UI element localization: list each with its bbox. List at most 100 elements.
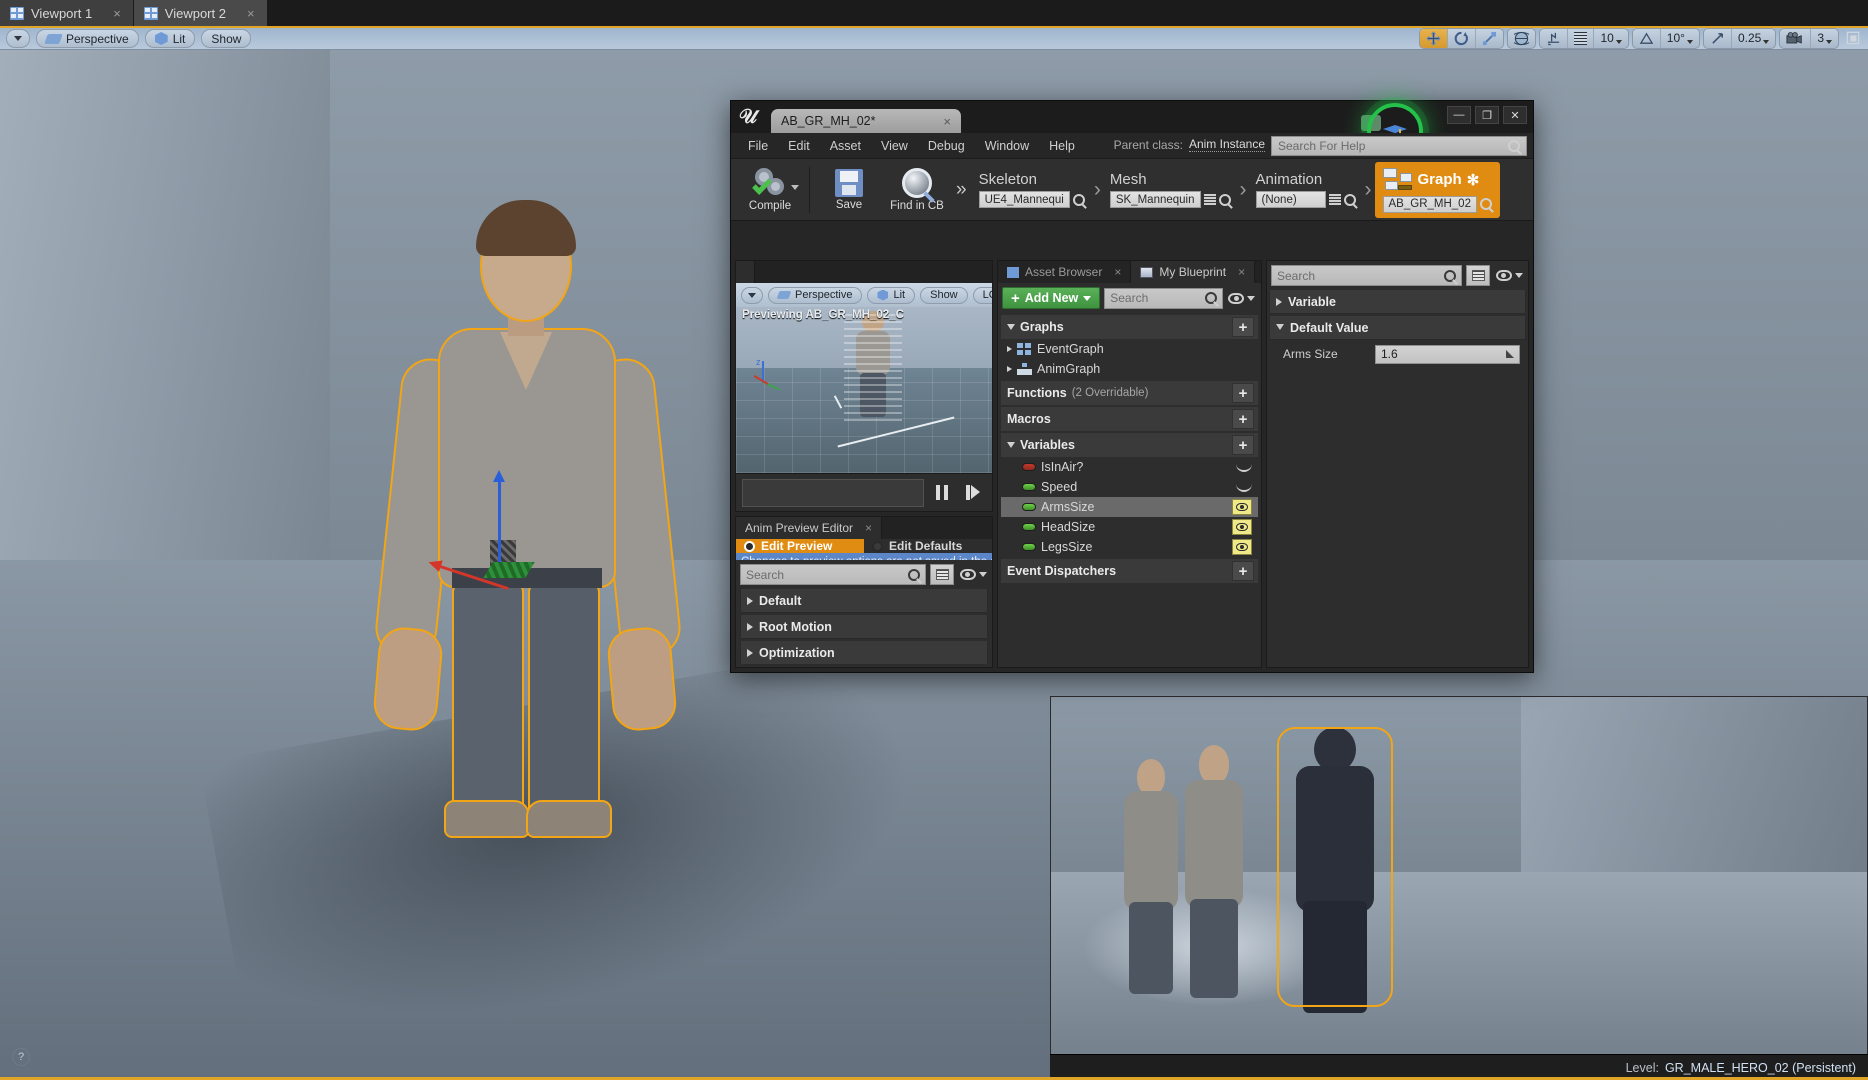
question-mark-icon[interactable]: ? [12,1048,30,1066]
find-in-cb-button[interactable]: Find in CB [884,161,950,219]
preview-options-menu[interactable] [741,286,763,304]
section-event-dispatchers[interactable]: Event Dispatchers + [1001,559,1258,583]
gizmo-y-plane[interactable] [483,562,535,578]
scale-snap-value[interactable]: 0.25 [1732,29,1775,48]
variable-row-isinair[interactable]: IsInAir? [1001,457,1258,477]
chevron-right-icon[interactable] [1007,346,1012,352]
gizmo-z-axis[interactable] [493,470,505,572]
menu-window[interactable]: Window [976,136,1038,156]
maximize-button[interactable]: ❐ [1475,106,1499,124]
preview-perspective-button[interactable]: Perspective [768,286,863,304]
browse-icon[interactable] [1328,194,1341,205]
arms-size-input[interactable]: 1.6 [1374,344,1520,364]
preview-lit-button[interactable]: Lit [867,286,916,304]
tab-anim-preview-editor[interactable]: Anim Preview Editor × [736,517,883,539]
parent-class-value[interactable]: Anim Instance [1188,137,1265,152]
search-icon[interactable] [1218,193,1231,206]
tab-viewport-1[interactable]: Viewport 1 × [0,0,134,26]
section-functions[interactable]: Functions (2 Overridable) + [1001,381,1258,405]
section-macros[interactable]: Macros + [1001,407,1258,431]
section-variables[interactable]: Variables + [1001,433,1258,457]
eye-icon[interactable] [1494,265,1524,286]
browse-icon[interactable] [1203,194,1216,205]
eye-icon[interactable] [1231,519,1252,535]
menu-asset[interactable]: Asset [821,136,870,156]
viewport-options-menu[interactable] [6,29,30,48]
angle-snap-icon[interactable] [1633,28,1661,48]
preview-show-button[interactable]: Show [920,286,968,304]
grid-snap-value[interactable]: 10 [1594,29,1627,48]
tab-asset-browser[interactable]: Asset Browser × [998,261,1132,283]
close-icon[interactable]: × [943,114,951,129]
surface-snap-icon[interactable] [1540,28,1569,48]
add-graph-button[interactable]: + [1231,317,1254,337]
minimize-button[interactable]: — [1447,106,1471,124]
breadcrumb-value[interactable]: (None) [1255,191,1326,208]
breadcrumb-value[interactable]: UE4_Mannequi [978,191,1070,208]
details-category-variable[interactable]: Variable [1268,290,1526,314]
menu-edit[interactable]: Edit [779,136,819,156]
tab-viewport-2[interactable]: Viewport 2 × [133,0,268,26]
pause-icon[interactable] [929,479,955,507]
menu-help[interactable]: Help [1040,136,1084,156]
search-icon[interactable] [1479,198,1492,210]
breadcrumb-mesh[interactable]: Mesh SK_Mannequin [1104,171,1237,208]
viewtype-perspective-button[interactable]: Perspective [36,29,139,48]
timeline-scrubber[interactable] [742,478,924,507]
search-icon[interactable] [1072,193,1085,206]
scale-icon[interactable] [1476,29,1503,48]
chevron-right-icon[interactable] [1007,366,1012,372]
edit-preview-toggle[interactable]: Edit Preview [736,539,864,553]
search-icon[interactable] [1343,193,1356,206]
grid-snap-icon[interactable] [1568,28,1595,48]
category-default[interactable]: Default [740,589,988,613]
chevron-down-icon[interactable] [791,184,799,190]
grid-view-icon[interactable] [1466,265,1490,286]
angle-snap-value[interactable]: 10° [1661,29,1699,48]
close-button[interactable]: ✕ [1503,106,1527,124]
details-category-default-value[interactable]: Default Value [1268,316,1526,340]
eye-icon[interactable] [1231,539,1252,555]
move-icon[interactable] [1420,28,1449,48]
variable-row-armssize[interactable]: ArmsSize [1001,497,1258,517]
menu-file[interactable]: File [739,136,777,156]
menu-view[interactable]: View [872,136,917,156]
variable-row-headsize[interactable]: HeadSize [1001,517,1258,537]
breadcrumb-value[interactable]: AB_GR_MH_02 [1382,195,1477,213]
camera-speed-value[interactable]: 3 [1811,29,1838,48]
picture-in-picture-viewport[interactable] [1050,696,1868,1080]
eye-icon[interactable] [958,564,988,585]
blueprint-title-bar[interactable]: 𝒰 AB_GR_MH_02* × — ❐ ✕ [731,101,1533,159]
add-macro-button[interactable]: + [1231,409,1254,429]
edit-defaults-toggle[interactable]: Edit Defaults [864,539,992,553]
close-icon[interactable]: × [113,6,121,21]
item-anim-graph[interactable]: AnimGraph [1001,359,1258,379]
add-function-button[interactable]: + [1231,383,1254,403]
grid-view-icon[interactable] [930,564,954,585]
tab-my-blueprint[interactable]: My Blueprint × [1131,261,1256,283]
breadcrumb-skeleton[interactable]: Skeleton UE4_Mannequi [973,171,1091,208]
details-search-input[interactable]: Search [1270,265,1462,286]
maximize-viewport-icon[interactable] [1842,28,1864,49]
preview-lod-button[interactable]: LO [972,286,992,304]
close-icon[interactable]: × [865,521,872,535]
anim-preview-search-input[interactable]: Search [740,564,926,585]
eye-icon[interactable] [1231,499,1252,515]
breadcrumb-graph[interactable]: Graph ✻ AB_GR_MH_02 [1374,161,1500,218]
close-icon[interactable]: × [247,6,255,21]
variable-row-speed[interactable]: Speed [1001,477,1258,497]
category-optimization[interactable]: Optimization [740,641,988,665]
transform-gizmo[interactable] [430,470,570,610]
breadcrumb-animation[interactable]: Animation (None) [1250,171,1362,208]
camera-icon[interactable] [1780,28,1812,48]
viewmode-lit-button[interactable]: Lit [144,29,196,48]
scale-snap-icon[interactable] [1704,28,1732,48]
blueprint-asset-tab[interactable]: AB_GR_MH_02* × [771,109,961,133]
item-event-graph[interactable]: EventGraph [1001,339,1258,359]
help-search-input[interactable]: Search For Help [1271,136,1527,156]
preview-viewport[interactable]: z Previewing AB_GR_MH_02_C Perspective L… [736,283,992,473]
variable-row-legssize[interactable]: LegsSize [1001,537,1258,557]
save-button[interactable]: Save [816,161,882,219]
add-variable-button[interactable]: + [1231,435,1254,455]
add-new-button[interactable]: + Add New [1002,287,1101,309]
